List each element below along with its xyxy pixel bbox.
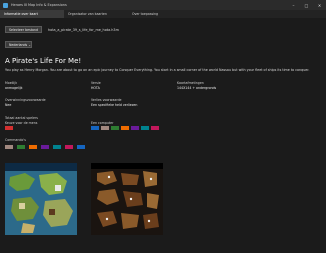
commanders-label: Commando's [5,138,26,142]
commander-color-swatch [65,145,73,149]
player-color-swatch [5,126,13,130]
commander-color-swatch [41,145,49,149]
player-color-swatch [131,126,139,130]
choose-file-button[interactable]: Selecteer bestand [5,26,42,33]
commander-color-swatch [29,145,37,149]
surface-map-preview [5,163,77,235]
size-value: 144X144 + ondergronds [177,86,217,90]
window-controls: – □ ✕ [287,0,326,10]
commander-color-swatch [77,145,85,149]
player-color-swatch [101,126,109,130]
commander-color-swatch [5,145,13,149]
player-color-swatch [151,126,159,130]
map-title: A Pirate's Life For Me! [5,57,82,65]
human-players-label: Keuze voor de mens [5,121,38,125]
player-color-swatch [141,126,149,130]
player-color-swatch [121,126,129,130]
player-color-swatch [111,126,119,130]
underground-map-preview [91,163,163,235]
language-select[interactable]: Nederlands ⌄ [5,41,32,48]
tab-map-info[interactable]: Informatie over kaart [0,10,64,18]
window-title: Heroes III Map Info & Expansions [11,3,67,7]
minimize-icon[interactable]: – [287,0,300,10]
title-bar: Heroes III Map Info & Expansions – □ ✕ [0,0,326,10]
difficulty-label: Moeilijk [5,81,18,85]
player-color-swatch [91,126,99,130]
maximize-icon[interactable]: □ [300,0,313,10]
commander-color-swatch [53,145,61,149]
loss-condition-value: Een specifieke held verliezen [91,103,138,107]
computer-players-label: Een computer [91,121,114,125]
difficulty-value: onmogelijk [5,86,23,90]
players-label: Totaal aantal spelers [5,116,38,120]
map-description: You play as Henry Morgan. You are about … [5,68,310,72]
win-condition-label: Overwinningsvoorwaarde [5,98,46,102]
commander-color-swatch [17,145,25,149]
loss-condition-label: Verlies voorwaarde [91,98,122,102]
close-icon[interactable]: ✕ [313,0,326,10]
tab-bar: Informatie over kaart Organisator van ka… [0,10,326,18]
tab-about[interactable]: Over toepassing [128,10,192,18]
version-value: HOTA [91,86,100,90]
file-path: hota_a_pirate_39_s_life_for_me_hota.h3m [48,28,119,32]
version-label: Versie [91,81,101,85]
win-condition-value: Nee [5,103,12,107]
app-icon [3,2,8,8]
tab-map-organizer[interactable]: Organisator van kaarten [64,10,128,18]
size-label: Kaartafmetingen [177,81,204,85]
